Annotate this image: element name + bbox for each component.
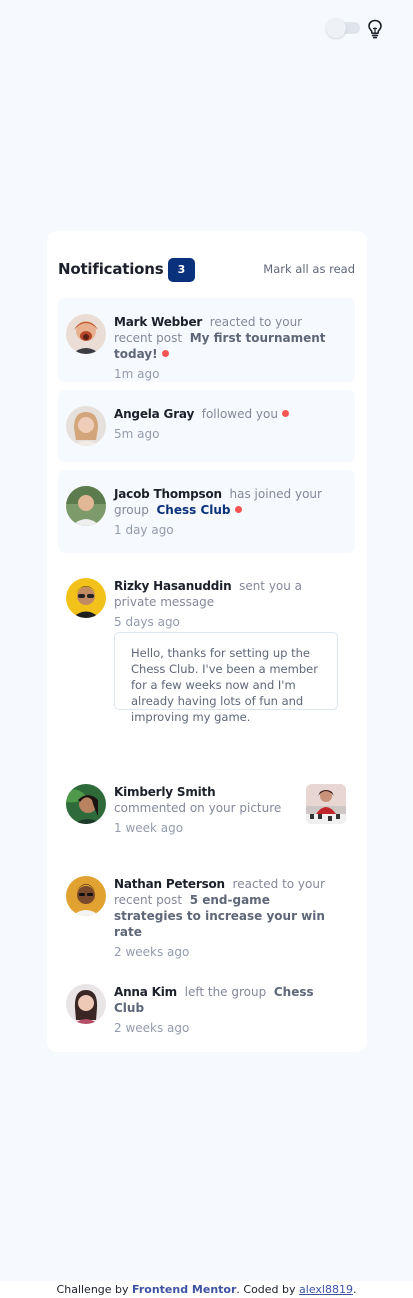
notification-body: Rizky Hasanuddin sent you a private mess… bbox=[114, 578, 339, 630]
avatar-rizky-hasanuddin bbox=[66, 578, 106, 618]
frontend-mentor-link[interactable]: Frontend Mentor bbox=[132, 1283, 236, 1296]
notifications-header: Notifications 3 Mark all as read bbox=[58, 258, 355, 282]
user-name[interactable]: Mark Webber bbox=[114, 315, 202, 329]
notifications-card: Notifications 3 Mark all as read Mark We… bbox=[47, 231, 367, 1052]
notification-item[interactable]: Kimberly Smith commented on your picture… bbox=[58, 768, 355, 840]
notification-time: 1 day ago bbox=[114, 523, 174, 537]
notification-body: Mark Webber reacted to your recent post … bbox=[114, 314, 339, 382]
footer-prefix: Challenge by bbox=[56, 1283, 129, 1296]
notification-body: Jacob Thompson has joined your group Che… bbox=[114, 486, 339, 538]
avatar-nathan-peterson bbox=[66, 876, 106, 916]
notification-item[interactable]: Rizky Hasanuddin sent you a private mess… bbox=[58, 562, 355, 748]
chess-picture-thumbnail[interactable] bbox=[306, 784, 346, 824]
lightbulb-icon[interactable] bbox=[367, 19, 383, 39]
toggle-knob bbox=[326, 18, 346, 38]
notification-action: followed you bbox=[201, 407, 278, 421]
notification-item[interactable]: Nathan Peterson reacted to your recent p… bbox=[58, 860, 355, 959]
notification-body: Kimberly Smith commented on your picture… bbox=[114, 784, 294, 836]
author-link[interactable]: alexl8819 bbox=[299, 1283, 353, 1296]
notification-body: Nathan Peterson reacted to your recent p… bbox=[114, 876, 339, 960]
notification-time: 5 days ago bbox=[114, 615, 180, 629]
user-name[interactable]: Anna Kim bbox=[114, 985, 177, 999]
notification-item[interactable]: Jacob Thompson has joined your group Che… bbox=[58, 470, 355, 553]
avatar-jacob-thompson bbox=[66, 486, 106, 526]
mark-all-read-button[interactable]: Mark all as read bbox=[263, 262, 355, 276]
page-title: Notifications bbox=[58, 260, 164, 278]
notification-time: 2 weeks ago bbox=[114, 1021, 190, 1035]
notification-item[interactable]: Mark Webber reacted to your recent post … bbox=[58, 298, 355, 382]
notification-item[interactable]: Angela Gray followed you 5m ago bbox=[58, 390, 355, 462]
unread-dot bbox=[281, 410, 289, 417]
unread-count-badge: 3 bbox=[168, 258, 195, 282]
private-message[interactable]: Hello, thanks for setting up the Chess C… bbox=[114, 632, 338, 724]
attribution-footer: Challenge by Frontend Mentor. Coded by a… bbox=[0, 1281, 413, 1298]
user-name[interactable]: Kimberly Smith bbox=[114, 785, 216, 799]
notification-item[interactable]: Anna Kim left the group Chess Club 2 wee… bbox=[58, 968, 355, 1040]
unread-dot bbox=[161, 350, 169, 357]
avatar-mark-webber bbox=[66, 314, 106, 354]
footer-middle: . Coded by bbox=[236, 1283, 296, 1296]
theme-toggle[interactable] bbox=[326, 18, 360, 38]
avatar-anna-kim bbox=[66, 984, 106, 1024]
user-name[interactable]: Jacob Thompson bbox=[114, 487, 222, 501]
notification-time: 1 week ago bbox=[114, 821, 184, 835]
notification-body: Angela Gray followed you 5m ago bbox=[114, 406, 339, 442]
avatar-kimberly-smith bbox=[66, 784, 106, 824]
notification-body: Anna Kim left the group Chess Club 2 wee… bbox=[114, 984, 339, 1036]
user-name[interactable]: Rizky Hasanuddin bbox=[114, 579, 232, 593]
group-link[interactable]: Chess Club bbox=[157, 503, 231, 517]
notification-time: 1m ago bbox=[114, 367, 160, 381]
unread-dot bbox=[234, 506, 242, 513]
notification-action: left the group bbox=[184, 985, 267, 999]
user-name[interactable]: Angela Gray bbox=[114, 407, 194, 421]
notification-time: 5m ago bbox=[114, 427, 160, 441]
user-name[interactable]: Nathan Peterson bbox=[114, 877, 225, 891]
notification-action: commented on your picture bbox=[114, 801, 282, 815]
notification-time: 2 weeks ago bbox=[114, 945, 190, 959]
avatar-angela-gray bbox=[66, 406, 106, 446]
footer-suffix: . bbox=[352, 1283, 357, 1296]
